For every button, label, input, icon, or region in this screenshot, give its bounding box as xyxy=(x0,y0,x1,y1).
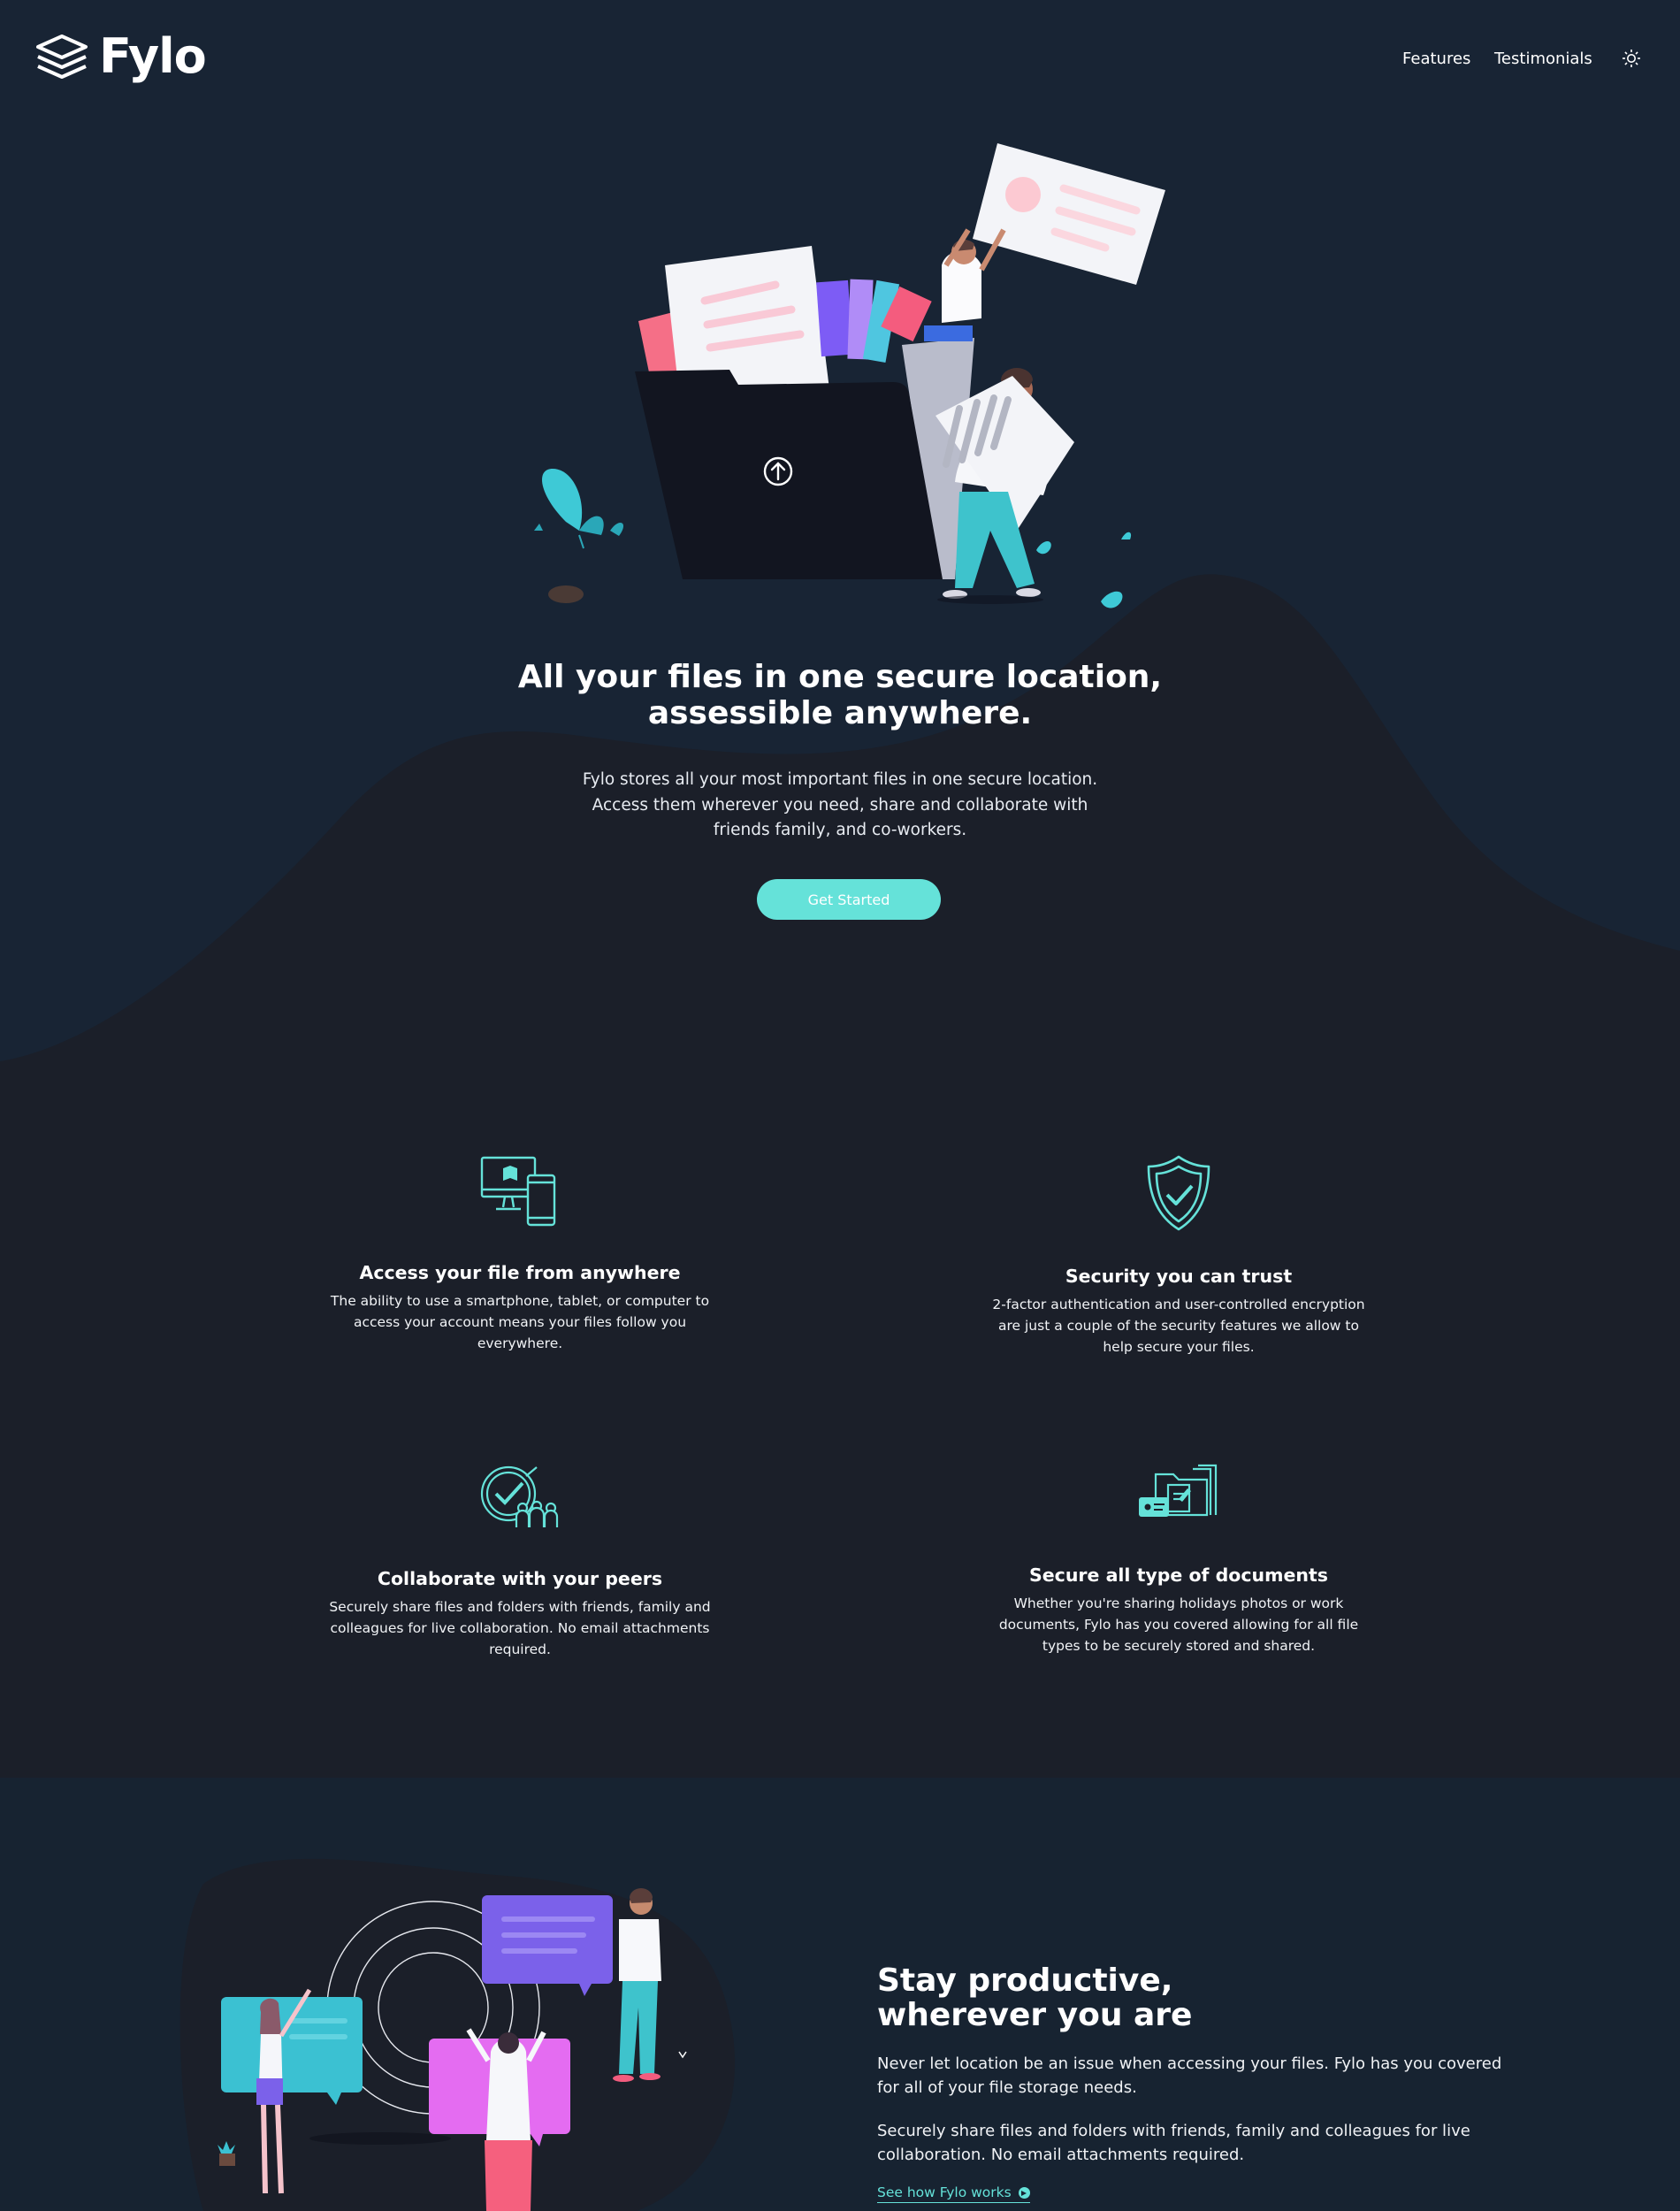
devices-icon xyxy=(480,1156,556,1227)
see-how-link-label: See how Fylo works xyxy=(877,2184,1012,2200)
productive-title-line1: Stay productive, xyxy=(877,1962,1173,1999)
productive-paragraph-2: Securely share files and folders with fr… xyxy=(877,2122,1470,2164)
feature-card-security: Security you can trust 2-factor authenti… xyxy=(984,1154,1373,1358)
see-how-fylo-works-link[interactable]: See how Fylo works xyxy=(877,2184,1030,2203)
feature-title-collaborate: Collaborate with your peers xyxy=(377,1568,663,1589)
hero-subtitle: Fylo stores all your most important file… xyxy=(582,770,1098,839)
feature-text-security: 2-factor authentication and user-control… xyxy=(992,1297,1365,1355)
feature-card-documents: Secure all type of documents Whether you… xyxy=(984,1464,1373,1656)
feature-title-security: Security you can trust xyxy=(1065,1266,1293,1287)
productive-title: Stay productive, wherever you are xyxy=(877,1963,1496,2032)
feature-title-documents: Secure all type of documents xyxy=(1029,1565,1328,1586)
person-holding-card-illustration xyxy=(924,143,1165,341)
top-navigation: Fylo Features Testimonials xyxy=(0,0,1680,119)
productive-title-line2: wherever you are xyxy=(877,1997,1193,2033)
feature-title-access: Access your file from anywhere xyxy=(359,1262,681,1283)
hero-section: Fylo Features Testimonials All your file… xyxy=(0,0,1680,1075)
sun-icon[interactable] xyxy=(1621,48,1642,69)
collaborate-icon xyxy=(480,1465,559,1527)
feature-text-access: The ability to use a smartphone, tablet,… xyxy=(330,1293,710,1351)
nav-link-features[interactable]: Features xyxy=(1402,50,1470,68)
stacked-layers-icon xyxy=(36,34,88,79)
page: Fylo Features Testimonials All your file… xyxy=(0,0,1680,2211)
hero-title-line2: assessible anywhere. xyxy=(647,695,1033,731)
brand-name: Fylo xyxy=(99,28,207,84)
shield-check-icon xyxy=(1147,1155,1210,1231)
hero-illustration xyxy=(534,143,1165,608)
documents-folder-icon xyxy=(1139,1464,1218,1517)
logo[interactable]: Fylo xyxy=(35,28,207,84)
feature-card-access: Access your file from anywhere The abili… xyxy=(325,1154,714,1354)
nav-link-testimonials[interactable]: Testimonials xyxy=(1494,50,1592,68)
feature-text-collaborate: Securely share files and folders with fr… xyxy=(329,1599,711,1657)
feature-card-collaborate: Collaborate with your peers Securely sha… xyxy=(325,1464,714,1660)
hero-title: All your files in one secure location, a… xyxy=(398,659,1282,731)
arrow-circle-icon xyxy=(1018,2186,1030,2199)
get-started-button[interactable]: Get Started xyxy=(757,879,941,920)
hero-title-line1: All your files in one secure location, xyxy=(517,659,1163,695)
feature-text-documents: Whether you're sharing holidays photos o… xyxy=(998,1595,1359,1654)
productive-paragraph-1: Never let location be an issue when acce… xyxy=(877,2054,1502,2097)
features-section: Access your file from anywhere The abili… xyxy=(0,1075,1680,1778)
productive-illustration xyxy=(179,1858,736,2211)
plant-illustration xyxy=(534,469,624,603)
